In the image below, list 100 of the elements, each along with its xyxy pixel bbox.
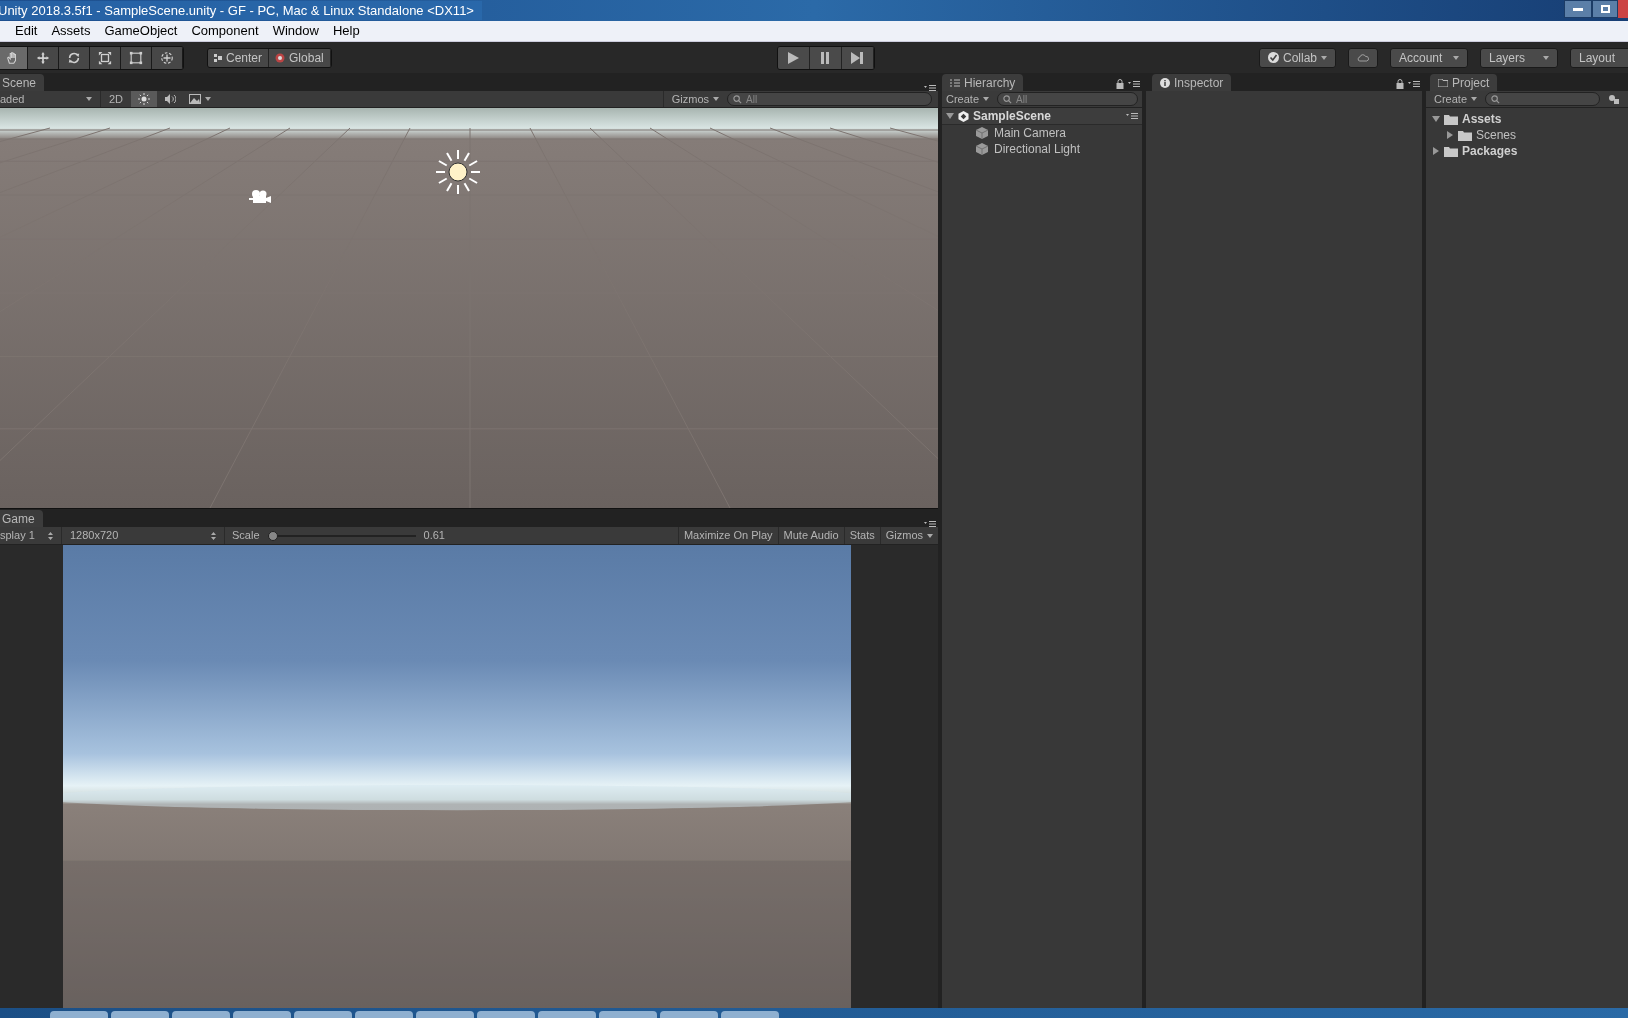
camera-icon — [248, 188, 272, 206]
dropdown-button[interactable]: Account — [1390, 47, 1468, 68]
panel-menu-icon[interactable] — [924, 521, 936, 527]
expanded-arrow-icon[interactable] — [946, 112, 954, 120]
scale-label: Scale — [232, 528, 260, 544]
menu-item[interactable]: Edit — [0, 21, 45, 41]
sun-icon — [434, 148, 482, 196]
restore-button[interactable] — [1592, 0, 1618, 18]
panel-menu-icon[interactable] — [1128, 81, 1140, 87]
search-icon — [1003, 95, 1013, 104]
menu-item[interactable]: Component — [184, 21, 266, 41]
caret-icon — [1453, 55, 1459, 60]
speaker-icon — [164, 93, 177, 105]
panel-menu-icon[interactable] — [1126, 113, 1138, 119]
folder-icon — [1444, 113, 1458, 125]
folder-icon — [1444, 145, 1458, 157]
caret-icon — [927, 533, 933, 538]
pivot-icon — [214, 53, 222, 62]
hierarchy-item[interactable]: Directional Light — [994, 140, 1081, 158]
panel-tab[interactable]: Scene — [0, 74, 45, 91]
caret-icon — [1321, 55, 1327, 60]
search-icon — [733, 95, 742, 104]
menu-item[interactable]: Assets — [44, 21, 98, 41]
expanded-arrow-icon[interactable] — [1432, 115, 1440, 123]
rotate-icon — [67, 50, 81, 65]
filter-icon[interactable] — [1608, 94, 1620, 104]
caret-icon — [1471, 97, 1478, 101]
step-button[interactable] — [841, 46, 874, 69]
scale-slider[interactable] — [267, 530, 416, 541]
menu-item[interactable]: GameObject — [97, 21, 185, 41]
tool-button[interactable] — [28, 46, 59, 69]
lock-icon[interactable] — [1396, 79, 1404, 89]
panel-menu-icon[interactable] — [1408, 81, 1420, 87]
hierarchy-item[interactable]: Main Camera — [994, 124, 1067, 142]
folder-icon — [1458, 129, 1472, 141]
cloud-button[interactable] — [1348, 47, 1378, 68]
display-dropdown[interactable]: splay 1 — [0, 527, 62, 544]
tree-item[interactable]: Packages — [1462, 142, 1518, 160]
transform-icon — [160, 50, 174, 65]
caret-icon — [205, 97, 212, 101]
image-icon — [189, 94, 202, 104]
menu-item[interactable]: Window — [265, 21, 326, 41]
tool-button[interactable] — [152, 46, 183, 69]
tool-button[interactable] — [90, 46, 121, 69]
up-down-arrows-icon — [211, 531, 216, 540]
hand-icon — [5, 50, 19, 65]
search-icon — [1491, 95, 1501, 104]
panel-tab[interactable]: Hierarchy — [942, 74, 1024, 91]
cube-icon — [976, 127, 988, 139]
info-icon — [1160, 77, 1170, 88]
rect-tool-icon — [129, 50, 143, 65]
cube-icon — [976, 143, 988, 155]
create-dropdown[interactable]: Create — [946, 90, 990, 108]
scale-icon — [98, 50, 112, 65]
globe-icon — [275, 52, 286, 63]
step-icon — [850, 50, 865, 65]
caret-icon — [1543, 55, 1549, 60]
dropdown-button[interactable]: Layers — [1480, 47, 1558, 68]
game-view-toggle[interactable]: Maximize On Play — [677, 527, 778, 544]
minimize-button[interactable] — [1564, 0, 1592, 18]
search-field[interactable]: All — [997, 92, 1138, 106]
caret-icon — [713, 97, 719, 101]
lock-icon[interactable] — [1116, 79, 1124, 89]
cloud-icon — [1357, 52, 1369, 63]
up-down-arrows-icon — [48, 531, 53, 540]
sun-icon — [138, 93, 151, 105]
tree-item[interactable]: Scenes — [1476, 126, 1517, 144]
folder-icon — [1438, 78, 1448, 87]
panel-menu-icon[interactable] — [924, 85, 936, 91]
caret-icon — [983, 97, 990, 101]
collab-button[interactable]: Collab — [1258, 47, 1336, 68]
tool-button[interactable] — [0, 46, 28, 69]
panel-tab[interactable]: Inspector — [1152, 74, 1232, 91]
caret-icon — [86, 97, 92, 101]
list-icon — [950, 78, 960, 87]
pivot-button[interactable]: Global — [269, 48, 331, 67]
tool-button[interactable] — [121, 46, 152, 69]
dropdown-button[interactable]: Layout — [1570, 47, 1628, 68]
play-icon — [786, 50, 801, 65]
move-icon — [36, 50, 50, 65]
game-view-toggle[interactable]: Stats — [843, 527, 880, 544]
shading-dropdown[interactable]: aded — [0, 91, 100, 107]
search-field[interactable]: All — [727, 92, 932, 106]
play-button[interactable] — [777, 46, 810, 69]
game-view-toggle[interactable]: Mute Audio — [777, 527, 844, 544]
lighting-toggle[interactable] — [131, 91, 158, 107]
pivot-button[interactable]: Center — [208, 48, 270, 67]
scene-header[interactable]: SampleScene — [942, 108, 1142, 125]
pause-button[interactable] — [809, 46, 842, 69]
slider-thumb[interactable] — [267, 530, 278, 541]
menu-item[interactable]: Help — [325, 21, 367, 41]
tree-item[interactable]: Assets — [1462, 110, 1502, 128]
check-icon — [1267, 52, 1279, 63]
panel-tab[interactable]: Project — [1430, 74, 1498, 91]
tool-button[interactable] — [59, 46, 90, 69]
resolution-dropdown[interactable]: 1280x720 — [62, 527, 225, 544]
scale-value: 0.61 — [423, 528, 445, 544]
search-field[interactable] — [1485, 92, 1600, 106]
gizmos-dropdown[interactable]: Gizmos — [879, 527, 938, 544]
panel-tab[interactable]: Game — [0, 510, 43, 527]
